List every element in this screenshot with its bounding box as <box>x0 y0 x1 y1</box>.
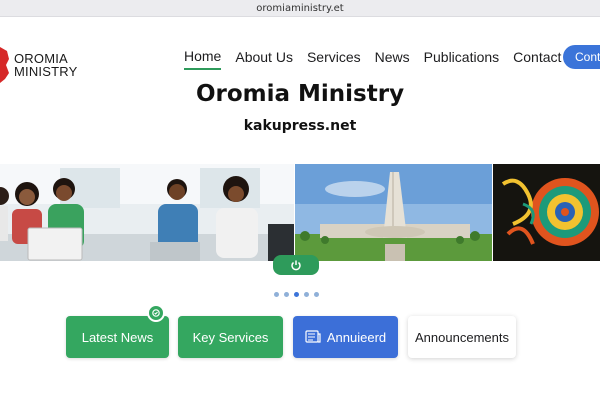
page-subtitle: kakupress.net <box>243 118 357 134</box>
carousel-dot[interactable] <box>284 292 289 297</box>
monument-building-photo <box>295 164 492 261</box>
nav-about-us[interactable]: About Us <box>235 49 293 69</box>
carousel-dot-active[interactable] <box>294 292 299 297</box>
key-services-label: Key Services <box>192 329 269 345</box>
url-text: oromiaministry.et <box>256 2 344 14</box>
key-services-card[interactable]: Key Services <box>178 316 283 358</box>
carousel-dots <box>274 292 319 297</box>
announced-card[interactable]: Annuieerd <box>293 316 398 358</box>
announced-label: Annuieerd <box>326 329 387 345</box>
main-navigation: Home About Us Services News Publications… <box>184 48 575 70</box>
carousel-play-button[interactable] <box>273 255 319 275</box>
contact-button[interactable]: Contact <box>563 45 600 69</box>
announcements-label: Announcements <box>415 329 509 345</box>
newspaper-icon <box>305 330 321 343</box>
carousel-dot[interactable] <box>304 292 309 297</box>
nav-home[interactable]: Home <box>184 48 222 70</box>
check-badge-icon <box>147 304 165 322</box>
ministry-logo[interactable]: OROMIA MINISTRY <box>0 45 77 85</box>
people-at-laptops-photo <box>0 164 294 261</box>
carousel-dot[interactable] <box>314 292 319 297</box>
carousel-dot[interactable] <box>274 292 279 297</box>
latest-news-card[interactable]: Latest News <box>66 316 169 358</box>
power-icon <box>291 260 301 271</box>
page: OROMIA MINISTRY Home About Us Services N… <box>0 17 600 400</box>
nav-news[interactable]: News <box>375 49 410 69</box>
colorful-pattern-artwork <box>493 164 600 261</box>
nav-publications[interactable]: Publications <box>424 49 500 69</box>
nav-services[interactable]: Services <box>307 49 361 69</box>
announcements-card[interactable]: Announcements <box>408 316 516 358</box>
page-title: Oromia Ministry <box>195 81 405 107</box>
oromia-map-logo-icon <box>0 47 9 83</box>
latest-news-label: Latest News <box>81 329 154 345</box>
browser-address-bar[interactable]: oromiaministry.et <box>0 0 600 17</box>
logo-line-2: MINISTRY <box>14 64 78 79</box>
image-carousel[interactable] <box>0 164 600 261</box>
nav-contact[interactable]: Contact <box>513 49 561 69</box>
